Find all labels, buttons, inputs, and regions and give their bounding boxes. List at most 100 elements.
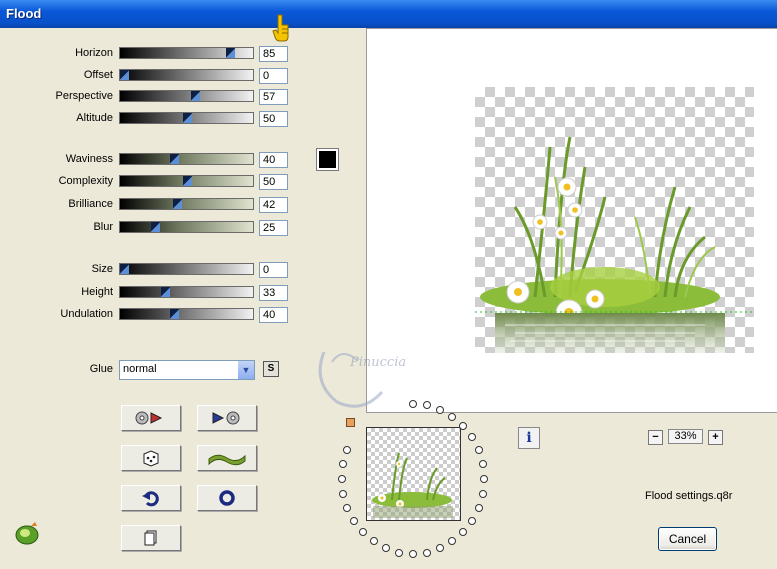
- window-title: Flood: [6, 6, 42, 21]
- title-bar: Flood: [0, 0, 777, 28]
- ring-dot: [436, 405, 445, 414]
- load-preset-button[interactable]: [121, 405, 181, 431]
- ring-icon: [219, 490, 235, 506]
- slider-label-9: Height: [81, 286, 113, 298]
- undo-arrow-icon: [142, 491, 159, 507]
- hand-cursor-icon: [268, 13, 292, 48]
- zoom-value: 33%: [668, 429, 703, 444]
- glue-select[interactable]: normal ▼: [119, 360, 255, 380]
- ring-dot: [478, 460, 487, 469]
- slider-track-7[interactable]: [119, 221, 254, 233]
- wave-icon: [208, 454, 246, 466]
- ring-dot: [343, 446, 352, 455]
- slider-value-input-2[interactable]: 57: [259, 89, 288, 105]
- slider-thumb-9[interactable]: [161, 287, 171, 297]
- navigator-thumbnail[interactable]: [366, 427, 461, 521]
- thumbnail-drag-handle[interactable]: [346, 418, 355, 427]
- slider-thumb-1[interactable]: [120, 70, 129, 80]
- plugin-logo-icon: [13, 520, 41, 549]
- zoom-out-button[interactable]: −: [648, 430, 663, 445]
- ring-dot: [474, 446, 483, 455]
- ring-dot: [358, 528, 367, 537]
- chevron-down-icon[interactable]: ▼: [238, 361, 254, 379]
- slider-track-6[interactable]: [119, 198, 254, 210]
- info-button[interactable]: i: [518, 427, 540, 449]
- slider-label-6: Brilliance: [68, 198, 113, 210]
- ring-dot: [343, 503, 352, 512]
- slider-thumb-5[interactable]: [182, 176, 192, 186]
- slider-value-input-6[interactable]: 42: [259, 197, 288, 213]
- copy-button[interactable]: [121, 525, 181, 551]
- slider-value-input-5[interactable]: 50: [259, 174, 288, 190]
- slider-value-input-1[interactable]: 0: [259, 68, 288, 84]
- save-preset-icon: [212, 411, 240, 425]
- ring-dot: [338, 475, 346, 483]
- slider-value-input-10[interactable]: 40: [259, 307, 288, 323]
- slider-value-input-3[interactable]: 50: [259, 111, 288, 127]
- dice-icon: [143, 450, 159, 467]
- slider-label-10: Undulation: [60, 308, 113, 320]
- load-preset-icon: [135, 411, 163, 425]
- ring-dot: [349, 516, 358, 525]
- slider-thumb-3[interactable]: [182, 113, 192, 123]
- wave-button[interactable]: [197, 445, 257, 471]
- color-swatch[interactable]: [316, 148, 339, 171]
- slider-label-3: Altitude: [76, 112, 113, 124]
- slider-thumb-4[interactable]: [170, 154, 179, 164]
- cancel-button[interactable]: Cancel: [658, 527, 717, 551]
- slider-thumb-8[interactable]: [120, 264, 129, 274]
- slider-track-0[interactable]: [119, 47, 254, 59]
- ring-dot: [409, 550, 417, 558]
- slider-track-2[interactable]: [119, 90, 254, 102]
- slider-value-input-8[interactable]: 0: [259, 262, 288, 278]
- ring-dot: [448, 537, 457, 546]
- ring-dot: [339, 460, 348, 469]
- slider-thumb-7[interactable]: [151, 222, 161, 232]
- slider-value-input-7[interactable]: 25: [259, 220, 288, 236]
- random-button[interactable]: [121, 445, 181, 471]
- ring-dot: [381, 544, 390, 553]
- info-icon: i: [526, 430, 532, 446]
- slider-track-5[interactable]: [119, 175, 254, 187]
- ring-dot: [422, 548, 431, 557]
- ring-dot: [448, 412, 457, 421]
- slider-label-4: Waviness: [65, 153, 113, 165]
- slider-track-10[interactable]: [119, 308, 254, 320]
- ring-dot: [395, 548, 404, 557]
- ring-dot: [339, 489, 348, 498]
- glue-s-button[interactable]: S: [263, 361, 279, 377]
- slider-track-4[interactable]: [119, 153, 254, 165]
- slider-thumb-6[interactable]: [172, 199, 182, 209]
- glue-value: normal: [123, 363, 157, 375]
- zoom-in-button[interactable]: +: [708, 430, 723, 445]
- slider-value-input-0[interactable]: 85: [259, 46, 288, 62]
- slider-label-0: Horizon: [75, 47, 113, 59]
- ring-dot: [459, 528, 468, 537]
- slider-thumb-0[interactable]: [226, 48, 236, 58]
- save-preset-button[interactable]: [197, 405, 257, 431]
- copy-icon: [144, 530, 157, 546]
- ring-dot: [474, 503, 483, 512]
- ring-dot: [369, 537, 378, 546]
- slider-value-input-9[interactable]: 33: [259, 285, 288, 301]
- slider-thumb-2[interactable]: [191, 91, 201, 101]
- undo-button[interactable]: [121, 485, 181, 511]
- ring-dot: [480, 475, 488, 483]
- slider-track-9[interactable]: [119, 286, 254, 298]
- preview-image: [475, 87, 754, 353]
- ring-dot: [468, 516, 477, 525]
- ring-dot: [436, 544, 445, 553]
- slider-value-input-4[interactable]: 40: [259, 152, 288, 168]
- slider-track-3[interactable]: [119, 112, 254, 124]
- slider-thumb-10[interactable]: [170, 309, 179, 319]
- watermark-logo: Pinuccia: [312, 342, 437, 417]
- ring-dot: [459, 421, 468, 430]
- slider-label-8: Size: [91, 263, 113, 275]
- reset-button[interactable]: [197, 485, 257, 511]
- slider-label-7: Blur: [93, 221, 113, 233]
- slider-label-5: Complexity: [58, 175, 113, 187]
- ring-dot: [478, 489, 487, 498]
- watermark-text: Pinuccia: [349, 355, 406, 370]
- slider-track-8[interactable]: [119, 263, 254, 275]
- slider-track-1[interactable]: [119, 69, 254, 81]
